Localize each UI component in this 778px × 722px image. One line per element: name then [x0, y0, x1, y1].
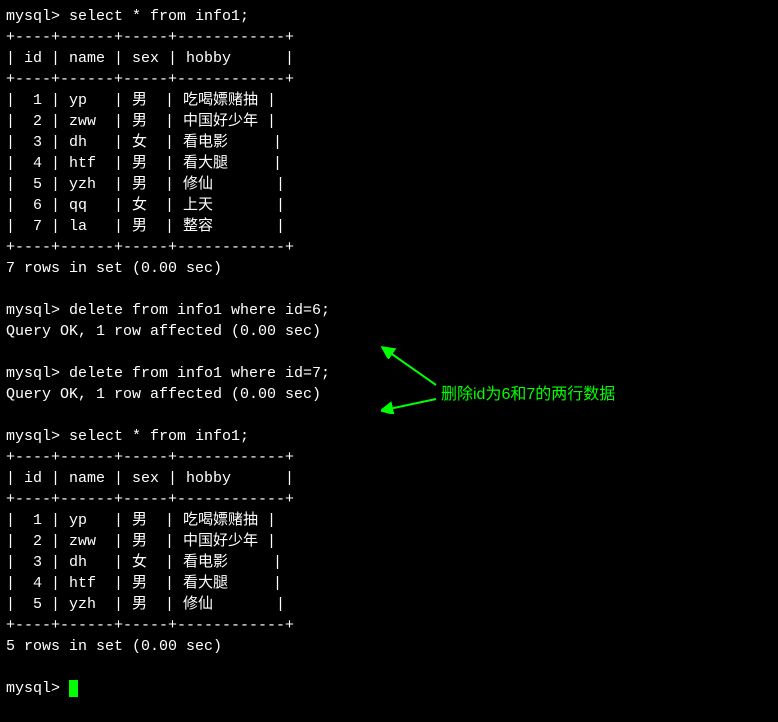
- sql-command: delete from info1 where id=6;: [69, 302, 330, 319]
- table-row: | 5 | yzh | 男 | 修仙 |: [6, 594, 772, 615]
- blank-line: [6, 279, 772, 300]
- table-row: | 2 | zww | 男 | 中国好少年 |: [6, 111, 772, 132]
- sql-command: delete from info1 where id=7;: [69, 365, 330, 382]
- table-header: | id | name | sex | hobby |: [6, 48, 772, 69]
- blank-line: [6, 657, 772, 678]
- query1-line: mysql> select * from info1;: [6, 6, 772, 27]
- cursor-icon: [69, 680, 78, 697]
- table-border: +----+------+-----+------------+: [6, 489, 772, 510]
- table-border: +----+------+-----+------------+: [6, 615, 772, 636]
- mysql-prompt: mysql>: [6, 8, 69, 25]
- table-border: +----+------+-----+------------+: [6, 27, 772, 48]
- table-row: | 1 | yp | 男 | 吃喝嫖赌抽 |: [6, 90, 772, 111]
- table-row: | 3 | dh | 女 | 看电影 |: [6, 132, 772, 153]
- table-border: +----+------+-----+------------+: [6, 237, 772, 258]
- table-border: +----+------+-----+------------+: [6, 69, 772, 90]
- result-footer: 5 rows in set (0.00 sec): [6, 636, 772, 657]
- terminal-window: mysql> select * from info1; +----+------…: [6, 6, 772, 699]
- table-row: | 4 | htf | 男 | 看大腿 |: [6, 573, 772, 594]
- table-row: | 6 | qq | 女 | 上天 |: [6, 195, 772, 216]
- arrow-icon-1: [381, 340, 441, 390]
- table-row: | 7 | la | 男 | 整容 |: [6, 216, 772, 237]
- mysql-prompt: mysql>: [6, 680, 69, 697]
- table-row: | 2 | zww | 男 | 中国好少年 |: [6, 531, 772, 552]
- mysql-prompt: mysql>: [6, 428, 69, 445]
- table-row: | 1 | yp | 男 | 吃喝嫖赌抽 |: [6, 510, 772, 531]
- table-header: | id | name | sex | hobby |: [6, 468, 772, 489]
- mysql-prompt: mysql>: [6, 365, 69, 382]
- query2-line: mysql> select * from info1;: [6, 426, 772, 447]
- mysql-prompt: mysql>: [6, 302, 69, 319]
- result-footer: 7 rows in set (0.00 sec): [6, 258, 772, 279]
- sql-command: select * from info1;: [69, 428, 249, 445]
- table-border: +----+------+-----+------------+: [6, 447, 772, 468]
- table-row: | 5 | yzh | 男 | 修仙 |: [6, 174, 772, 195]
- table-row: | 4 | htf | 男 | 看大腿 |: [6, 153, 772, 174]
- arrow-icon-2: [381, 394, 441, 414]
- annotation-label: 删除id为6和7的两行数据: [441, 384, 615, 406]
- table-row: | 3 | dh | 女 | 看电影 |: [6, 552, 772, 573]
- delete1-result: Query OK, 1 row affected (0.00 sec): [6, 321, 772, 342]
- sql-command: select * from info1;: [69, 8, 249, 25]
- delete1-line: mysql> delete from info1 where id=6;: [6, 300, 772, 321]
- final-prompt-line[interactable]: mysql>: [6, 678, 772, 699]
